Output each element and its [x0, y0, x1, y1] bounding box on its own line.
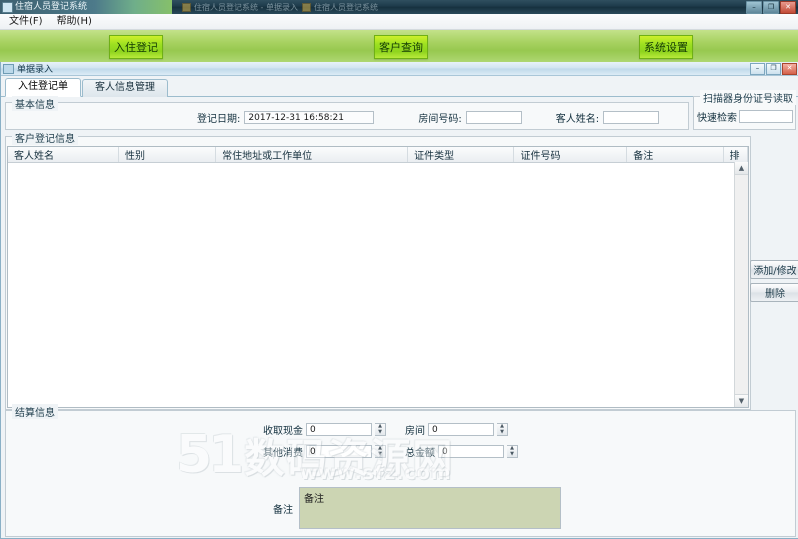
- taskbar-item-label: 住宿人员登记系统 - 单据录入: [194, 2, 298, 12]
- app-icon: [2, 1, 13, 13]
- column-header-id-number[interactable]: 证件号码: [514, 147, 628, 162]
- customer-info-grid[interactable]: 客人姓名 性别 常住地址或工作单位 证件类型 证件号码 备注 排 ▲ ▼: [7, 146, 749, 408]
- os-taskbar-items: 住宿人员登记系统 - 单据录入 住宿人员登记系统: [172, 2, 746, 13]
- cash-received-input[interactable]: 0: [306, 423, 372, 436]
- room-fee-label: 房间: [405, 426, 425, 437]
- basic-info-fields: 登记日期: 2017-12-31 16:58:21 房间号码: 客人姓名:: [197, 110, 660, 125]
- menu-bar: 文件(F) 帮助(H): [0, 14, 798, 30]
- column-header-remark[interactable]: 备注: [627, 147, 724, 162]
- mdi-title-bar: 单据录入 – ❐ ✕: [1, 62, 798, 76]
- taskbar-item-label: 住宿人员登记系统: [313, 2, 378, 12]
- room-fee-input[interactable]: 0: [428, 423, 494, 436]
- mdi-maximize-icon[interactable]: ❐: [766, 62, 781, 75]
- cash-received-stepper[interactable]: ▲ ▼: [375, 423, 386, 436]
- mdi-child-window: 单据录入 – ❐ ✕ 入住登记单 客人信息管理 基本信息 登记日期: 2017-…: [0, 62, 798, 539]
- cash-received-label: 收取现金: [263, 426, 303, 437]
- mdi-close-icon[interactable]: ✕: [782, 62, 797, 75]
- scroll-up-icon[interactable]: ▲: [735, 162, 748, 175]
- taskbar-item[interactable]: 住宿人员登记系统: [301, 2, 378, 13]
- total-amount-stepper[interactable]: ▲ ▼: [507, 445, 518, 458]
- mdi-window-controls: – ❐ ✕: [750, 62, 797, 75]
- column-header-gender[interactable]: 性别: [119, 147, 217, 162]
- other-consumption-input[interactable]: 0: [306, 445, 372, 458]
- main-toolbar: 入住登记 客户查询 系统设置: [0, 30, 798, 65]
- minimize-icon[interactable]: –: [746, 0, 762, 14]
- guest-name-input[interactable]: [603, 111, 660, 124]
- window-icon: [301, 2, 311, 12]
- id-scanner-group: 扫描器身份证号读取 快速检索: [693, 90, 796, 130]
- tab-checkin-form[interactable]: 入住登记单: [5, 78, 81, 97]
- quick-search-row: 快速检索: [697, 109, 793, 124]
- add-modify-button[interactable]: 添加/修改: [750, 260, 798, 279]
- room-fee-stepper[interactable]: ▲ ▼: [497, 423, 508, 436]
- menu-item-help[interactable]: 帮助(H): [51, 15, 98, 29]
- quick-search-label: 快速检索: [697, 113, 737, 124]
- mdi-window-title: 单据录入: [17, 65, 54, 75]
- os-window-controls: – ❐ ✕: [746, 0, 798, 14]
- os-title-bar: 住宿人员登记系统 住宿人员登记系统 - 单据录入 住宿人员登记系统 – ❐ ✕: [0, 0, 798, 14]
- column-header-extra[interactable]: 排: [724, 147, 748, 162]
- taskbar-item[interactable]: 住宿人员登记系统 - 单据录入: [182, 2, 298, 13]
- grid-vertical-scrollbar[interactable]: ▲ ▼: [734, 162, 748, 407]
- window-icon: [182, 2, 191, 12]
- maximize-icon[interactable]: ❐: [763, 0, 779, 14]
- total-amount-input[interactable]: 0: [438, 445, 504, 458]
- delete-button[interactable]: 删除: [750, 283, 798, 302]
- column-header-guest-name[interactable]: 客人姓名: [8, 147, 119, 162]
- customer-info-caption: 客户登记信息: [12, 130, 78, 145]
- column-header-address[interactable]: 常住地址或工作单位: [216, 147, 409, 162]
- basic-info-caption: 基本信息: [12, 96, 58, 111]
- id-scanner-caption: 扫描器身份证号读取: [700, 90, 796, 105]
- total-amount-label: 总金额: [405, 448, 435, 459]
- registration-date-label: 登记日期:: [197, 114, 241, 125]
- application-window: 住宿人员登记系统 住宿人员登记系统 - 单据录入 住宿人员登记系统 – ❐ ✕ …: [0, 0, 798, 539]
- mdi-minimize-icon[interactable]: –: [750, 62, 765, 75]
- remark-textarea[interactable]: 备注: [299, 487, 561, 529]
- other-consumption-label: 其他消费: [263, 448, 303, 459]
- os-title-left-group: 住宿人员登记系统: [0, 0, 172, 14]
- scroll-down-icon[interactable]: ▼: [735, 394, 748, 407]
- toolbar-button-checkin[interactable]: 入住登记: [109, 35, 163, 59]
- other-consumption-row: 其他消费 0 ▲ ▼ 总金额 0 ▲ ▼: [263, 444, 518, 459]
- room-number-label: 房间号码:: [418, 114, 462, 125]
- quick-search-input[interactable]: [739, 110, 793, 123]
- tab-guest-info-management[interactable]: 客人信息管理: [82, 79, 168, 97]
- grid-body: [8, 163, 748, 394]
- toolbar-button-customer-query[interactable]: 客户查询: [374, 35, 428, 59]
- cash-received-row: 收取现金 0 ▲ ▼ 房间 0 ▲ ▼: [263, 422, 508, 437]
- grid-header-row: 客人姓名 性别 常住地址或工作单位 证件类型 证件号码 备注 排: [8, 147, 748, 163]
- close-icon[interactable]: ✕: [780, 0, 796, 14]
- guest-name-label: 客人姓名:: [555, 114, 600, 125]
- remark-row: 备注 备注: [273, 487, 561, 529]
- menu-item-file[interactable]: 文件(F): [3, 15, 49, 29]
- other-consumption-stepper[interactable]: ▲ ▼: [375, 445, 386, 458]
- os-window-title: 住宿人员登记系统: [15, 1, 88, 12]
- remark-label: 备注: [273, 504, 293, 516]
- tab-strip: 入住登记单 客人信息管理: [1, 76, 798, 97]
- registration-date-input[interactable]: 2017-12-31 16:58:21: [244, 111, 375, 124]
- toolbar-button-system-settings[interactable]: 系统设置: [639, 35, 693, 59]
- column-header-id-type[interactable]: 证件类型: [408, 147, 515, 162]
- room-number-input[interactable]: [465, 111, 522, 124]
- settlement-caption: 结算信息: [12, 404, 58, 419]
- document-icon: [3, 63, 14, 74]
